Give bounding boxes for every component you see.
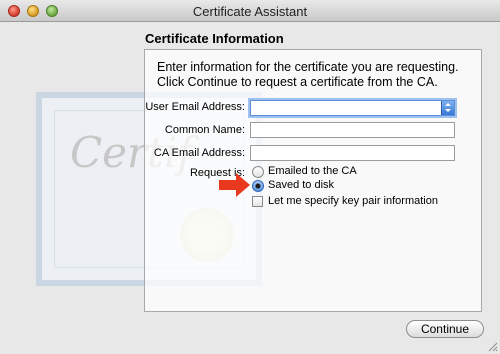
user-email-label: User Email Address: xyxy=(145,101,245,113)
key-pair-checkbox-label: Let me specify key pair information xyxy=(268,195,438,207)
checkbox-icon[interactable] xyxy=(252,196,263,207)
user-email-combobox[interactable] xyxy=(250,100,455,116)
user-email-dropdown-button[interactable] xyxy=(441,101,454,115)
radio-button-selected-icon[interactable] xyxy=(252,180,264,192)
chevron-up-down-icon xyxy=(445,103,451,112)
red-arrow-icon xyxy=(219,173,250,197)
section-title: Certificate Information xyxy=(145,31,284,46)
ca-email-label: CA Email Address: xyxy=(153,147,245,159)
radio-emailed-label: Emailed to the CA xyxy=(268,165,357,177)
common-name-field[interactable] xyxy=(250,122,455,138)
intro-line-1: Enter information for the certificate yo… xyxy=(157,60,459,74)
common-name-label: Common Name: xyxy=(164,124,245,136)
resize-grip-icon[interactable] xyxy=(488,342,498,352)
intro-text: Enter information for the certificate yo… xyxy=(157,60,467,90)
window-title: Certificate Assistant xyxy=(192,4,308,19)
certificate-assistant-window: Certificate Assistant Certif Certificate… xyxy=(0,0,500,354)
intro-line-2: Click Continue to request a certificate … xyxy=(157,75,438,89)
title-bar: Certificate Assistant xyxy=(0,0,500,22)
radio-button-icon[interactable] xyxy=(252,166,264,178)
continue-button[interactable]: Continue xyxy=(406,320,484,338)
radio-saved-label: Saved to disk xyxy=(268,179,335,191)
ca-email-field[interactable] xyxy=(250,145,455,161)
